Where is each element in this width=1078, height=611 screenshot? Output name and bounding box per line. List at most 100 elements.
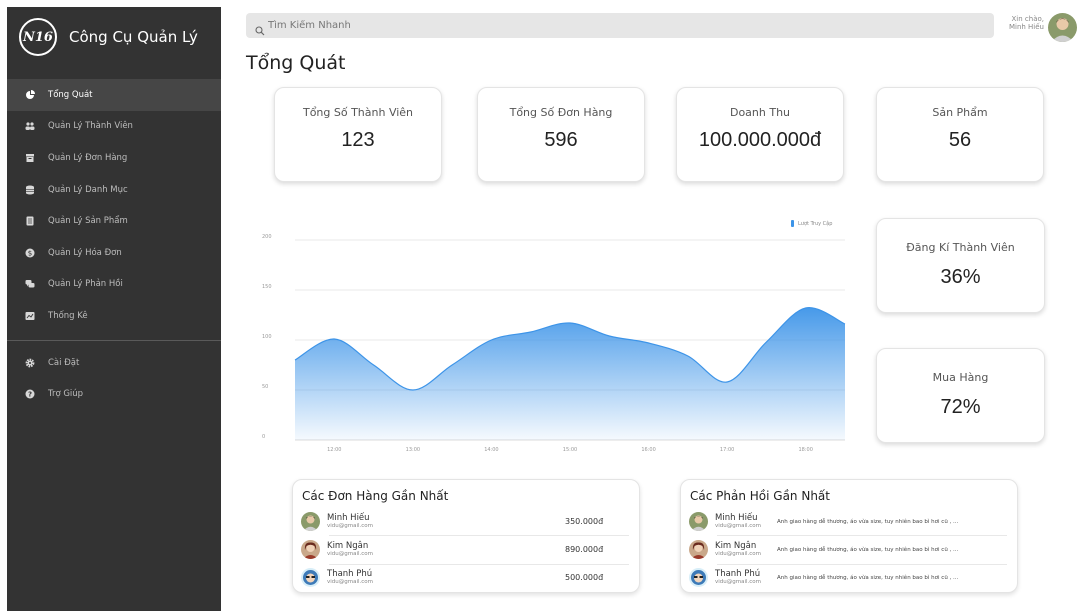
stat-value: 596: [544, 129, 578, 151]
sidebar-item-overview[interactable]: Tổng Quát: [7, 79, 221, 111]
user-name: Minh Hiếu: [1008, 23, 1044, 31]
chart-y-tick-label: 150: [262, 284, 272, 290]
sidebar: N16 Công Cụ Quản Lý Tổng Quát Quản Lý Th…: [7, 7, 221, 611]
sidebar-item-label: Quản Lý Sản Phẩm: [48, 216, 128, 227]
sidebar-nav: Tổng Quát Quản Lý Thành Viên Quản Lý Đơn…: [7, 79, 221, 410]
panel-title: Các Phản Hồi Gần Nhất: [690, 489, 830, 503]
recent-feedback-panel: Các Phản Hồi Gần Nhất Minh Hiếu vidu@gmai…: [680, 479, 1018, 593]
avatar: [689, 568, 708, 587]
stat-value: 36%: [940, 266, 981, 288]
product-list-icon: [25, 216, 35, 226]
feedback-row[interactable]: Thanh Phú vidu@gmail.com Anh giao hàng dễ…: [689, 564, 1011, 591]
stat-label: Đăng Kí Thành Viên: [906, 241, 1015, 254]
avatar: [689, 512, 708, 531]
stat-card-products[interactable]: Sản Phẩm 56: [876, 87, 1044, 182]
brand-logo[interactable]: N16: [19, 18, 57, 56]
order-row[interactable]: Kim Ngân vidu@gmail.com 890.000đ: [301, 536, 631, 563]
sidebar-item-label: Tổng Quát: [48, 89, 93, 100]
recent-orders-panel: Các Đơn Hàng Gần Nhất Minh Hiếu vidu@gmai…: [292, 479, 640, 593]
pie-chart-icon: [25, 89, 35, 100]
page-title: Tổng Quát: [246, 52, 346, 74]
avatar: [301, 512, 320, 531]
dollar-circle-icon: $: [25, 248, 35, 258]
search-icon: [255, 21, 265, 35]
stat-value: 56: [948, 129, 972, 151]
sidebar-item-products[interactable]: Quản Lý Sản Phẩm: [7, 205, 221, 237]
sidebar-item-feedback[interactable]: Quản Lý Phản Hồi: [7, 269, 221, 301]
order-amount: 500.000đ: [565, 573, 604, 582]
feedback-text: Anh giao hàng dễ thương, áo vừa size, tu…: [777, 546, 959, 553]
sidebar-item-members[interactable]: Quản Lý Thành Viên: [7, 111, 221, 143]
feedback-text: Anh giao hàng dễ thương, áo vừa size, tu…: [777, 518, 959, 525]
chart-x-tick-label: 13:00: [406, 447, 420, 453]
chart-x-tick-label: 17:00: [720, 447, 734, 453]
customer-email: vidu@gmail.com: [715, 551, 762, 557]
sidebar-item-categories[interactable]: Quản Lý Danh Mục: [7, 174, 221, 206]
chart-x-tick-label: 14:00: [484, 447, 498, 453]
customer-email: vidu@gmail.com: [327, 523, 374, 529]
sidebar-item-label: Quản Lý Đơn Hàng: [48, 152, 128, 163]
chart-x-tick-label: 16:00: [641, 447, 655, 453]
chart-y-tick-label: 200: [262, 234, 272, 240]
stat-value: 100.000.000đ: [698, 129, 822, 151]
svg-text:$: $: [28, 249, 32, 257]
greeting-text: Xin chào,: [1011, 15, 1044, 23]
stat-label: Doanh Thu: [729, 106, 791, 119]
feedback-row[interactable]: Kim Ngân vidu@gmail.com Anh giao hàng dễ …: [689, 536, 1011, 563]
brand-title: Công Cụ Quản Lý: [69, 28, 198, 46]
chart-x-tick-label: 15:00: [563, 447, 577, 453]
sidebar-divider: [7, 339, 221, 341]
avatar: [301, 540, 320, 559]
customer-name: Thanh Phú: [327, 569, 373, 579]
sidebar-item-orders[interactable]: Quản Lý Đơn Hàng: [7, 142, 221, 174]
visits-area-chart: 0 50 100 150 200 12:00 13:00 14:00 15:00 16:00 17:…: [262, 220, 846, 453]
stat-label: Tổng Số Thành Viên: [302, 106, 414, 119]
gear-icon: [25, 358, 35, 368]
stat-card-purchases[interactable]: Mua Hàng 72%: [876, 348, 1045, 443]
stat-label: Tổng Số Đơn Hàng: [509, 106, 613, 119]
sidebar-item-invoices[interactable]: $ Quản Lý Hóa Đơn: [7, 237, 221, 269]
report-icon: [25, 311, 35, 321]
sidebar-item-label: Quản Lý Phản Hồi: [48, 279, 123, 290]
database-icon: [25, 185, 35, 195]
stat-card-orders[interactable]: Tổng Số Đơn Hàng 596: [477, 87, 645, 182]
stat-label: Mua Hàng: [932, 371, 989, 384]
customer-name: Kim Ngân: [715, 541, 757, 551]
customer-email: vidu@gmail.com: [327, 551, 374, 557]
sidebar-item-label: Quản Lý Danh Mục: [48, 184, 128, 195]
avatar[interactable]: [1048, 13, 1077, 42]
sidebar-item-settings[interactable]: Cài Đặt: [7, 347, 221, 379]
order-amount: 890.000đ: [565, 545, 604, 554]
svg-text:?: ?: [28, 391, 32, 399]
customer-name: Thanh Phú: [715, 569, 761, 579]
customer-email: vidu@gmail.com: [715, 523, 762, 529]
sidebar-item-help[interactable]: ? Trợ Giúp: [7, 378, 221, 410]
search-bar[interactable]: [246, 13, 994, 38]
brand: N16 Công Cụ Quản Lý: [7, 7, 221, 67]
users-icon: [25, 121, 35, 131]
order-row[interactable]: Minh Hiếu vidu@gmail.com 350.000đ: [301, 508, 631, 535]
sidebar-item-label: Thống Kê: [48, 310, 88, 321]
sidebar-item-label: Quản Lý Hóa Đơn: [48, 247, 122, 258]
chart-x-tick-label: 18:00: [799, 447, 813, 453]
order-row[interactable]: Thanh Phú vidu@gmail.com 500.000đ: [301, 564, 631, 591]
stat-value: 72%: [940, 396, 981, 418]
sidebar-item-label: Trợ Giúp: [48, 389, 84, 400]
sidebar-item-statistics[interactable]: Thống Kê: [7, 300, 221, 332]
customer-email: vidu@gmail.com: [715, 579, 762, 585]
customer-name: Kim Ngân: [327, 541, 369, 551]
order-box-icon: [25, 153, 35, 163]
feedback-text: Anh giao hàng dễ thương, áo vừa size, tu…: [777, 574, 959, 581]
stat-label: Sản Phẩm: [932, 106, 988, 119]
chart-y-tick-label: 50: [262, 384, 268, 390]
avatar: [689, 540, 708, 559]
help-icon: ?: [25, 389, 35, 399]
panel-title: Các Đơn Hàng Gần Nhất: [302, 489, 449, 503]
chart-area-fill: [295, 307, 845, 440]
stat-card-registrations[interactable]: Đăng Kí Thành Viên 36%: [876, 218, 1045, 313]
stat-card-members[interactable]: Tổng Số Thành Viên 123: [274, 87, 442, 182]
chart-y-tick-label: 0: [262, 434, 265, 440]
stat-card-revenue[interactable]: Doanh Thu 100.000.000đ: [676, 87, 844, 182]
feedback-row[interactable]: Minh Hiếu vidu@gmail.com Anh giao hàng dễ…: [689, 508, 1011, 535]
search-input[interactable]: [268, 20, 968, 31]
